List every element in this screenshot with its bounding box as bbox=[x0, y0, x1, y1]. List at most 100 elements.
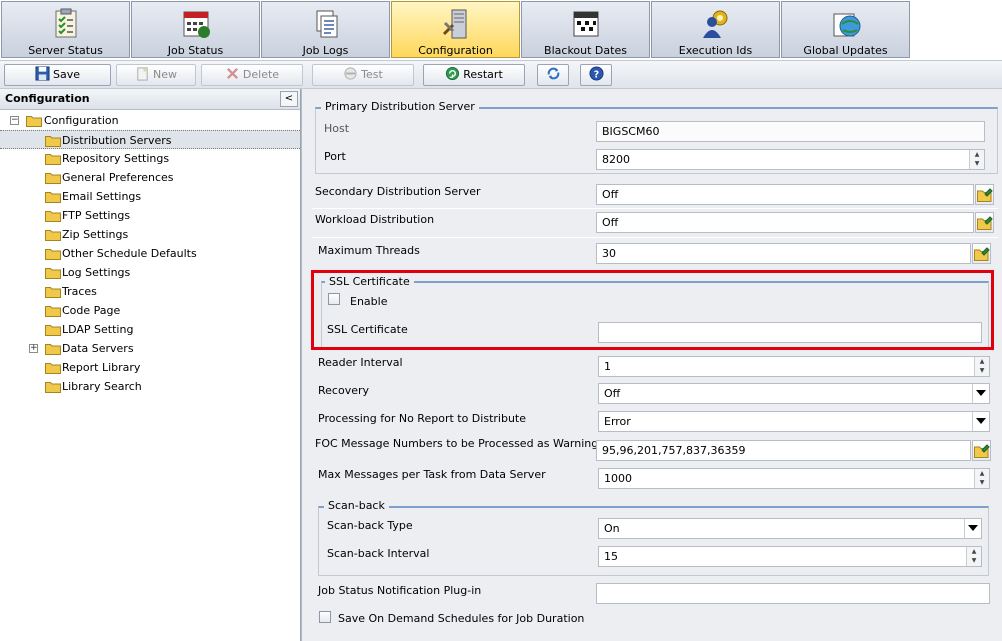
notification-plugin-field[interactable] bbox=[596, 583, 990, 604]
tab-global-updates[interactable]: Global Updates bbox=[781, 1, 910, 58]
tab-label: Job Status bbox=[167, 44, 224, 57]
workload-distribution-field[interactable]: Off bbox=[596, 212, 974, 233]
host-label: Host bbox=[324, 122, 350, 135]
tree-item-label: General Preferences bbox=[62, 171, 174, 184]
delete-icon bbox=[226, 67, 238, 80]
workload-distribution-edit-button[interactable] bbox=[975, 212, 994, 233]
delete-button[interactable]: Delete bbox=[201, 64, 303, 86]
recovery-dropdown-icon[interactable] bbox=[972, 384, 989, 403]
global-updates-icon bbox=[833, 13, 860, 37]
scan-back-interval-stepper[interactable]: ▲ ▼ bbox=[966, 547, 981, 566]
stepper-up-icon[interactable]: ▲ bbox=[967, 547, 981, 556]
recovery-select[interactable]: Off bbox=[598, 383, 990, 404]
toolbar: Save New Delete Test Restart ? bbox=[0, 60, 1002, 89]
foc-message-numbers-field[interactable]: 95,96,201,757,837,36359 bbox=[596, 440, 971, 461]
folder-icon bbox=[45, 154, 61, 165]
configuration-tree-panel: Configuration < − Configuration Distribu… bbox=[0, 89, 301, 641]
collapse-panel-button[interactable]: < bbox=[280, 91, 298, 107]
tree-item-label: Traces bbox=[62, 285, 97, 298]
folder-icon bbox=[45, 192, 61, 203]
tree-item[interactable]: Zip Settings bbox=[0, 225, 300, 244]
maximum-threads-field[interactable]: 30 bbox=[596, 243, 971, 264]
stepper-down-icon[interactable]: ▼ bbox=[975, 478, 989, 487]
tree-item[interactable]: General Preferences bbox=[0, 168, 300, 187]
expand-toggle-icon[interactable]: + bbox=[29, 344, 38, 353]
folder-icon bbox=[45, 325, 61, 336]
tab-label: Job Logs bbox=[302, 44, 349, 57]
stepper-up-icon[interactable]: ▲ bbox=[975, 357, 989, 366]
no-report-select[interactable]: Error bbox=[598, 411, 990, 432]
reader-interval-field[interactable]: 1 bbox=[598, 356, 990, 377]
scan-back-legend: Scan-back bbox=[324, 499, 389, 512]
new-button[interactable]: New bbox=[116, 64, 196, 86]
tab-execution-ids[interactable]: Execution Ids bbox=[651, 1, 780, 58]
maximum-threads-label: Maximum Threads bbox=[318, 244, 420, 257]
secondary-server-field[interactable]: Off bbox=[596, 184, 974, 205]
restart-button[interactable]: Restart bbox=[423, 64, 525, 86]
tree-item[interactable]: Other Schedule Defaults bbox=[0, 244, 300, 263]
port-label: Port bbox=[324, 150, 346, 163]
tree-item[interactable]: FTP Settings bbox=[0, 206, 300, 225]
tab-job-logs[interactable]: Job Logs bbox=[261, 1, 390, 58]
stepper-down-icon[interactable]: ▼ bbox=[970, 159, 984, 168]
folder-icon bbox=[45, 344, 61, 355]
new-label: New bbox=[153, 68, 177, 81]
stepper-down-icon[interactable]: ▼ bbox=[975, 366, 989, 375]
workload-distribution-label: Workload Distribution bbox=[315, 213, 435, 226]
tree-item[interactable]: Code Page bbox=[0, 301, 300, 320]
port-stepper[interactable]: ▲ ▼ bbox=[969, 150, 984, 169]
tab-configuration[interactable]: Configuration bbox=[391, 1, 520, 58]
save-button[interactable]: Save bbox=[4, 64, 111, 86]
tree-item[interactable]: Email Settings bbox=[0, 187, 300, 206]
no-report-dropdown-icon[interactable] bbox=[972, 412, 989, 431]
folder-icon bbox=[45, 230, 61, 241]
help-button[interactable]: ? bbox=[580, 64, 612, 86]
save-on-demand-checkbox[interactable] bbox=[319, 611, 331, 623]
tree-item[interactable]: LDAP Setting bbox=[0, 320, 300, 339]
tree-item[interactable]: Distribution Servers bbox=[0, 130, 300, 149]
collapse-toggle-icon[interactable]: − bbox=[10, 116, 19, 125]
scan-back-type-select[interactable]: On bbox=[598, 518, 982, 539]
primary-server-legend: Primary Distribution Server bbox=[321, 100, 479, 113]
host-field[interactable]: BIGSCM60 bbox=[596, 121, 985, 142]
job-logs-icon bbox=[316, 10, 337, 38]
tree-item-label: Data Servers bbox=[62, 342, 134, 355]
delete-label: Delete bbox=[242, 68, 280, 81]
tree-item[interactable]: Log Settings bbox=[0, 263, 300, 282]
tree-item[interactable]: Library Search bbox=[0, 377, 300, 396]
reader-interval-label: Reader Interval bbox=[318, 356, 403, 369]
tab-server-status[interactable]: Server Status bbox=[1, 1, 130, 58]
max-messages-stepper[interactable]: ▲ ▼ bbox=[974, 469, 989, 488]
stepper-up-icon[interactable]: ▲ bbox=[970, 150, 984, 159]
refresh-button[interactable] bbox=[537, 64, 569, 86]
execution-ids-icon bbox=[702, 10, 727, 38]
test-button[interactable]: Test bbox=[312, 64, 414, 86]
edit-folder-icon bbox=[974, 247, 990, 261]
tree-item[interactable]: Report Library bbox=[0, 358, 300, 377]
row-separator bbox=[312, 237, 998, 238]
tab-job-status[interactable]: Job Status bbox=[131, 1, 260, 58]
tree-item-label: Email Settings bbox=[62, 190, 142, 203]
tree-root-configuration[interactable]: − Configuration bbox=[0, 111, 300, 130]
folder-open-icon bbox=[26, 116, 42, 127]
test-icon bbox=[344, 67, 357, 80]
maximum-threads-edit-button[interactable] bbox=[972, 243, 991, 264]
tab-blackout-dates[interactable]: Blackout Dates bbox=[521, 1, 650, 58]
secondary-server-edit-button[interactable] bbox=[975, 184, 994, 205]
tree-item[interactable]: Repository Settings bbox=[0, 149, 300, 168]
max-messages-field[interactable]: 1000 bbox=[598, 468, 990, 489]
tree-item-label: Zip Settings bbox=[62, 228, 129, 241]
foc-message-numbers-edit-button[interactable] bbox=[972, 440, 991, 461]
tree-item[interactable]: Traces bbox=[0, 282, 300, 301]
tree-item-label: Library Search bbox=[62, 380, 142, 393]
stepper-down-icon[interactable]: ▼ bbox=[967, 556, 981, 565]
stepper-up-icon[interactable]: ▲ bbox=[975, 469, 989, 478]
tree-item-label: Log Settings bbox=[62, 266, 131, 279]
save-icon bbox=[35, 66, 50, 81]
scan-back-interval-field[interactable]: 15 bbox=[598, 546, 982, 567]
port-field[interactable]: 8200 bbox=[596, 149, 985, 170]
reader-interval-stepper[interactable]: ▲ ▼ bbox=[974, 357, 989, 376]
svg-text:?: ? bbox=[593, 69, 598, 80]
tree-item[interactable]: + Data Servers bbox=[0, 339, 300, 358]
scan-back-type-dropdown-icon[interactable] bbox=[964, 519, 981, 538]
